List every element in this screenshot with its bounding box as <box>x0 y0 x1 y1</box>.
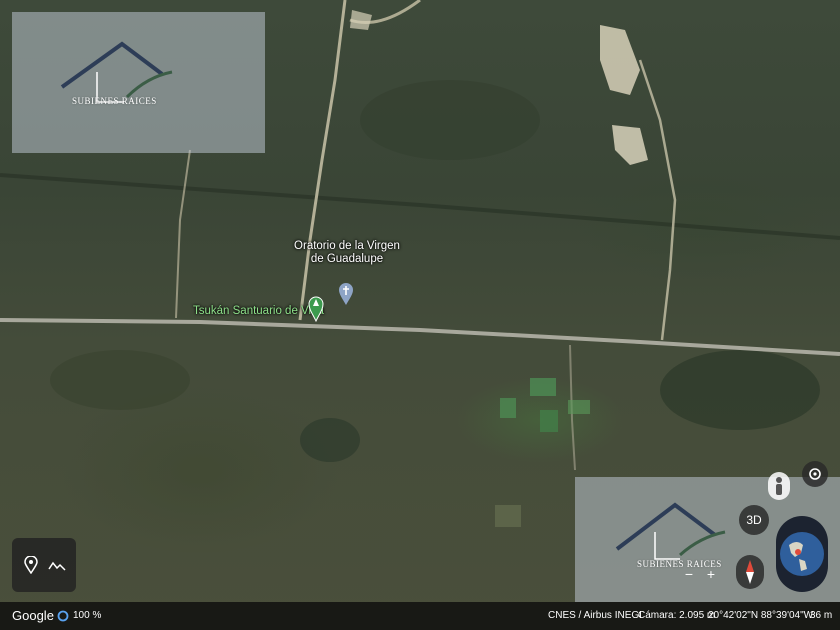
scale-readout: 36 m <box>810 610 833 621</box>
clearing-1 <box>600 25 640 95</box>
coordinates-readout: 20°42'02"N 88°39'04"W <box>708 610 814 621</box>
boundary-line <box>0 173 840 240</box>
compass-button[interactable] <box>802 461 828 487</box>
google-brand: Google <box>12 608 54 623</box>
loading-ring-icon <box>57 610 69 622</box>
compass-icon <box>809 468 821 480</box>
imagery-attribution[interactable]: CNES / Airbus INEGI <box>548 610 642 621</box>
zoom-level: 100 % <box>73 610 102 621</box>
terrain-icon[interactable] <box>48 560 66 572</box>
place-name-line1: Oratorio de la Virgen <box>294 240 400 252</box>
place-label-tsukan[interactable]: Tsukán Santuario de Vida <box>193 305 324 318</box>
track-west <box>175 149 191 319</box>
satellite-map[interactable]: SUBIENES RAICES SUBIENES RAICES Oratorio… <box>0 0 840 630</box>
watermark-top-left: SUBIENES RAICES <box>12 12 265 153</box>
track-north <box>298 0 347 321</box>
status-bar: Google 100 % CNES / Airbus INEGI Cámara:… <box>0 602 840 630</box>
pin-icon[interactable] <box>24 556 38 574</box>
view-3d-button[interactable]: 3D <box>739 505 769 535</box>
church-pin-icon[interactable] <box>338 282 354 306</box>
park-pin-icon[interactable] <box>308 296 324 322</box>
north-arrow-icon <box>746 560 754 584</box>
pegman-icon <box>776 477 782 495</box>
rotation-compass-button[interactable] <box>736 555 764 589</box>
zoom-in-button[interactable]: + <box>702 565 720 583</box>
track-east <box>638 59 677 341</box>
layer-toggle-panel[interactable] <box>12 538 76 592</box>
camera-altitude: Cámara: 2.095 m <box>638 610 716 621</box>
clearing-2 <box>612 125 648 165</box>
globe-icon <box>780 532 824 576</box>
place-name-line2: de Guadalupe <box>310 253 384 265</box>
watermark-brand-text: SUBIENES RAICES <box>72 96 157 106</box>
house-logo-icon <box>60 41 173 103</box>
zoom-out-button[interactable]: − <box>680 565 698 583</box>
place-label-oratorio[interactable]: Oratorio de la Virgen de Guadalupe <box>286 240 408 266</box>
main-road <box>0 318 840 356</box>
globe-button[interactable] <box>776 516 828 592</box>
pegman-button[interactable] <box>768 472 790 500</box>
